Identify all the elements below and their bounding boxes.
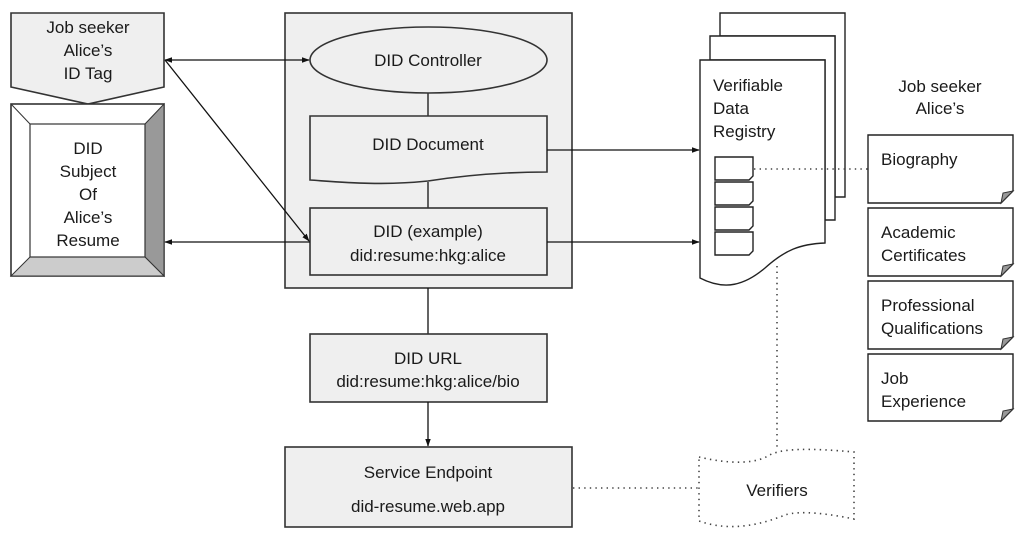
folded-corner-icon	[1000, 190, 1015, 205]
alice-records: Job seeker Alice’s Biography Academic Ce…	[867, 77, 1015, 423]
record-professional-line-2: Qualifications	[881, 319, 983, 338]
record-professional-qualifications[interactable]: Professional Qualifications	[867, 280, 1015, 351]
service-endpoint-value: did-resume.web.app	[351, 497, 505, 516]
did-resume-diagram: Job seeker Alice’s ID Tag DID Subject Of…	[9, 12, 1015, 528]
did-example-box: DID (example) did:resume:hkg:alice	[309, 207, 548, 276]
verifiable-data-registry: Verifiable Data Registry	[699, 12, 846, 286]
id-tag: Job seeker Alice’s ID Tag	[10, 12, 165, 105]
record-icon	[714, 231, 754, 256]
did-example-value: did:resume:hkg:alice	[350, 246, 506, 265]
id-tag-line-3: ID Tag	[64, 64, 113, 83]
record-job-line-1: Job	[881, 369, 908, 388]
verifiers: Verifiers	[698, 448, 855, 528]
record-card	[867, 207, 1014, 277]
did-url-title: DID URL	[394, 349, 462, 368]
record-biography-line-1: Biography	[881, 150, 958, 169]
bevel-bottom	[9, 256, 166, 277]
record-card	[867, 134, 1014, 204]
record-academic-certificates[interactable]: Academic Certificates	[867, 207, 1015, 278]
did-subject-line-2: Subject	[60, 162, 117, 181]
did-subject-line-3: Of	[79, 185, 97, 204]
did-subject-line-4: Alice’s	[64, 208, 113, 227]
folded-corner-icon	[1000, 408, 1015, 423]
record-academic-line-2: Certificates	[881, 246, 966, 265]
record-job-line-2: Experience	[881, 392, 966, 411]
record-biography[interactable]: Biography	[867, 134, 1015, 205]
did-document-label: DID Document	[372, 135, 484, 154]
did-url-value: did:resume:hkg:alice/bio	[336, 372, 519, 391]
id-tag-line-1: Job seeker	[46, 18, 129, 37]
did-controller-label: DID Controller	[374, 51, 482, 70]
did-subject-box: DID Subject Of Alice’s Resume	[9, 102, 166, 278]
registry-line-1: Verifiable	[713, 76, 783, 95]
record-card	[867, 280, 1014, 350]
records-heading-line-1: Job seeker	[898, 77, 981, 96]
record-job-experience[interactable]: Job Experience	[867, 353, 1015, 423]
record-icon	[714, 156, 754, 181]
did-example-title: DID (example)	[373, 222, 483, 241]
did-url-shape	[309, 333, 548, 403]
service-endpoint-box: Service Endpoint did-resume.web.app	[284, 446, 573, 528]
registry-line-3: Registry	[713, 122, 776, 141]
registry-line-2: Data	[713, 99, 749, 118]
records-heading-line-2: Alice’s	[916, 99, 965, 118]
folded-corner-icon	[1000, 263, 1015, 278]
verifiers-label: Verifiers	[746, 481, 807, 500]
record-icon	[714, 206, 754, 231]
record-academic-line-1: Academic	[881, 223, 956, 242]
folded-corner-icon	[1000, 336, 1015, 351]
record-professional-line-1: Professional	[881, 296, 975, 315]
did-url-box: DID URL did:resume:hkg:alice/bio	[309, 333, 548, 403]
did-document: DID Document	[309, 115, 548, 185]
did-subject-line-1: DID	[73, 139, 102, 158]
id-tag-line-2: Alice’s	[64, 41, 113, 60]
did-subject-line-5: Resume	[56, 231, 119, 250]
bevel-right	[144, 102, 165, 278]
did-controller: DID Controller	[309, 26, 548, 94]
record-icon	[714, 181, 754, 206]
service-endpoint-title: Service Endpoint	[364, 463, 493, 482]
